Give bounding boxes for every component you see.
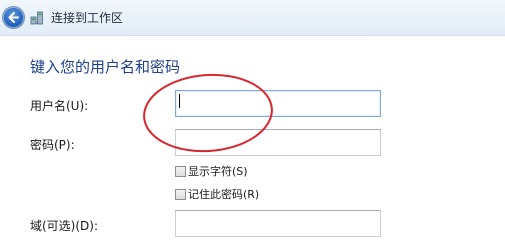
- page-heading: 键入您的用户名和密码: [30, 58, 181, 76]
- remember-password-label[interactable]: 记住此密码(R): [188, 186, 259, 202]
- username-label: 用户名(U):: [30, 99, 89, 113]
- password-label: 密码(P):: [30, 138, 75, 152]
- domain-input[interactable]: [175, 210, 381, 237]
- network-icon: [30, 11, 43, 25]
- domain-label: 域(可选)(D):: [30, 219, 99, 233]
- show-characters-label[interactable]: 显示字符(S): [188, 163, 248, 179]
- remember-password-checkbox[interactable]: [175, 188, 186, 200]
- show-characters-row[interactable]: 显示字符(S): [175, 164, 248, 178]
- back-arrow-icon: [8, 12, 19, 23]
- remember-password-row[interactable]: 记住此密码(R): [175, 187, 259, 201]
- connect-to-workplace-window: 连接到工作区 键入您的用户名和密码 用户名(U): 密码(P): 显示字符(S)…: [0, 0, 505, 246]
- show-characters-checkbox[interactable]: [175, 165, 186, 177]
- back-button[interactable]: [3, 7, 24, 28]
- password-input[interactable]: [175, 129, 381, 156]
- window-title: 连接到工作区: [51, 11, 124, 25]
- username-input[interactable]: [175, 90, 381, 117]
- text-caret: [179, 94, 180, 108]
- title-bar: 连接到工作区: [0, 0, 505, 36]
